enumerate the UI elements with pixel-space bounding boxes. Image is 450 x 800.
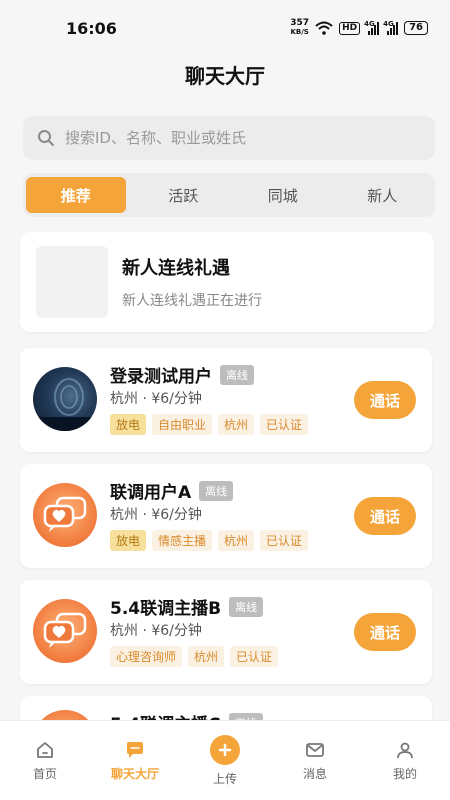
tag: 已认证 — [260, 414, 309, 435]
status-time: 16:06 — [66, 18, 117, 38]
chat-icon — [127, 741, 143, 758]
battery-icon: 76 — [404, 21, 428, 35]
tag: 已认证 — [260, 530, 309, 551]
avatar — [33, 483, 97, 547]
user-name: 联调用户A — [110, 483, 192, 503]
nav-chat-label: 聊天大厅 — [110, 766, 159, 781]
signal-icon: 4G — [383, 19, 399, 35]
user-name-row: 登录测试用户 离线 — [110, 362, 254, 387]
page-title: 聊天大厅 — [185, 64, 265, 88]
search-input[interactable] — [65, 129, 405, 147]
net-speed-value: 357 — [290, 18, 310, 28]
status-badge: 离线 — [220, 364, 254, 385]
nav-home-label: 首页 — [32, 766, 57, 781]
avatar — [33, 367, 97, 431]
tab-recommend[interactable]: 推荐 — [26, 177, 126, 213]
signal-tag: 4G — [364, 19, 375, 28]
promo-text: 新人连线礼遇 新人连线礼遇正在进行 — [122, 254, 262, 310]
tag-list: 放电 情感主播 杭州 已认证 — [110, 530, 309, 551]
tab-active[interactable]: 活跃 — [134, 177, 234, 213]
status-bar: 16:06 357 KB/S HD 4G 4G 76 — [0, 0, 450, 56]
hd-badge: HD — [339, 21, 361, 35]
user-meta: 杭州 · ¥6/分钟 — [110, 507, 202, 523]
user-name-row: 5.4联调主播B 离线 — [110, 594, 264, 619]
avatar — [33, 599, 97, 663]
home-icon — [37, 741, 53, 758]
net-speed-unit: KB/S — [290, 28, 309, 36]
category-tabs: 推荐 活跃 同城 新人 — [23, 173, 435, 217]
bottom-nav: 首页 聊天大厅 上传 消息 我的 — [0, 720, 450, 800]
user-icon — [397, 742, 413, 758]
tag: 心理咨询师 — [110, 646, 183, 667]
signal-tag: 4G — [383, 19, 394, 28]
nav-upload-label: 上传 — [212, 771, 237, 786]
user-card[interactable]: 登录测试用户 离线 杭州 · ¥6/分钟 放电 自由职业 杭州 已认证 通话 — [20, 348, 432, 452]
search-bar[interactable] — [23, 116, 435, 160]
nav-home[interactable]: 首页 — [0, 721, 90, 800]
nav-messages-label: 消息 — [302, 766, 327, 781]
plus-icon — [210, 734, 240, 765]
user-meta: 杭州 · ¥6/分钟 — [110, 391, 202, 407]
tag: 放电 — [110, 414, 147, 435]
promo-card[interactable]: 新人连线礼遇 新人连线礼遇正在进行 — [20, 232, 434, 332]
tab-same-city[interactable]: 同城 — [233, 177, 333, 213]
status-icons: 357 KB/S HD 4G 4G 76 — [290, 19, 428, 37]
nav-profile[interactable]: 我的 — [360, 721, 450, 800]
user-name: 5.4联调主播B — [110, 599, 222, 619]
status-badge: 离线 — [199, 480, 234, 501]
nav-profile-label: 我的 — [392, 766, 417, 781]
promo-subtitle: 新人连线礼遇正在进行 — [122, 293, 262, 309]
chat-heart-icon — [43, 496, 87, 532]
user-meta: 杭州 · ¥6/分钟 — [110, 623, 202, 639]
tag-list: 心理咨询师 杭州 已认证 — [110, 646, 279, 667]
status-badge: 离线 — [229, 596, 264, 617]
call-button[interactable]: 通话 — [354, 497, 416, 535]
tag: 已认证 — [230, 646, 279, 667]
tag: 情感主播 — [152, 530, 213, 551]
chat-heart-icon — [43, 612, 87, 648]
nav-chat-hall[interactable]: 聊天大厅 — [90, 721, 180, 800]
user-card[interactable]: 联调用户A 离线 杭州 · ¥6/分钟 放电 情感主播 杭州 已认证 通话 — [20, 464, 432, 568]
tab-newcomer[interactable]: 新人 — [333, 177, 433, 213]
promo-thumbnail — [36, 246, 108, 318]
nav-messages[interactable]: 消息 — [270, 721, 360, 800]
signal-icon: 4G — [364, 19, 380, 35]
tag: 杭州 — [218, 414, 255, 435]
tag: 杭州 — [218, 530, 255, 551]
net-speed: 357 KB/S — [290, 19, 309, 37]
promo-title: 新人连线礼遇 — [122, 258, 230, 279]
tag-list: 放电 自由职业 杭州 已认证 — [110, 414, 309, 435]
wifi-icon — [315, 21, 333, 35]
search-icon — [38, 130, 54, 146]
tag: 放电 — [110, 530, 147, 551]
user-card[interactable]: 5.4联调主播B 离线 杭州 · ¥6/分钟 心理咨询师 杭州 已认证 通话 — [20, 580, 432, 684]
nav-upload[interactable]: 上传 — [180, 721, 270, 800]
user-name-row: 联调用户A 离线 — [110, 478, 234, 503]
mail-icon — [306, 742, 324, 757]
tag: 杭州 — [188, 646, 225, 667]
avatar-photo-icon — [33, 378, 97, 431]
call-button[interactable]: 通话 — [354, 613, 416, 651]
call-button[interactable]: 通话 — [354, 381, 416, 419]
user-name: 登录测试用户 — [110, 367, 212, 387]
tag: 自由职业 — [152, 414, 213, 435]
